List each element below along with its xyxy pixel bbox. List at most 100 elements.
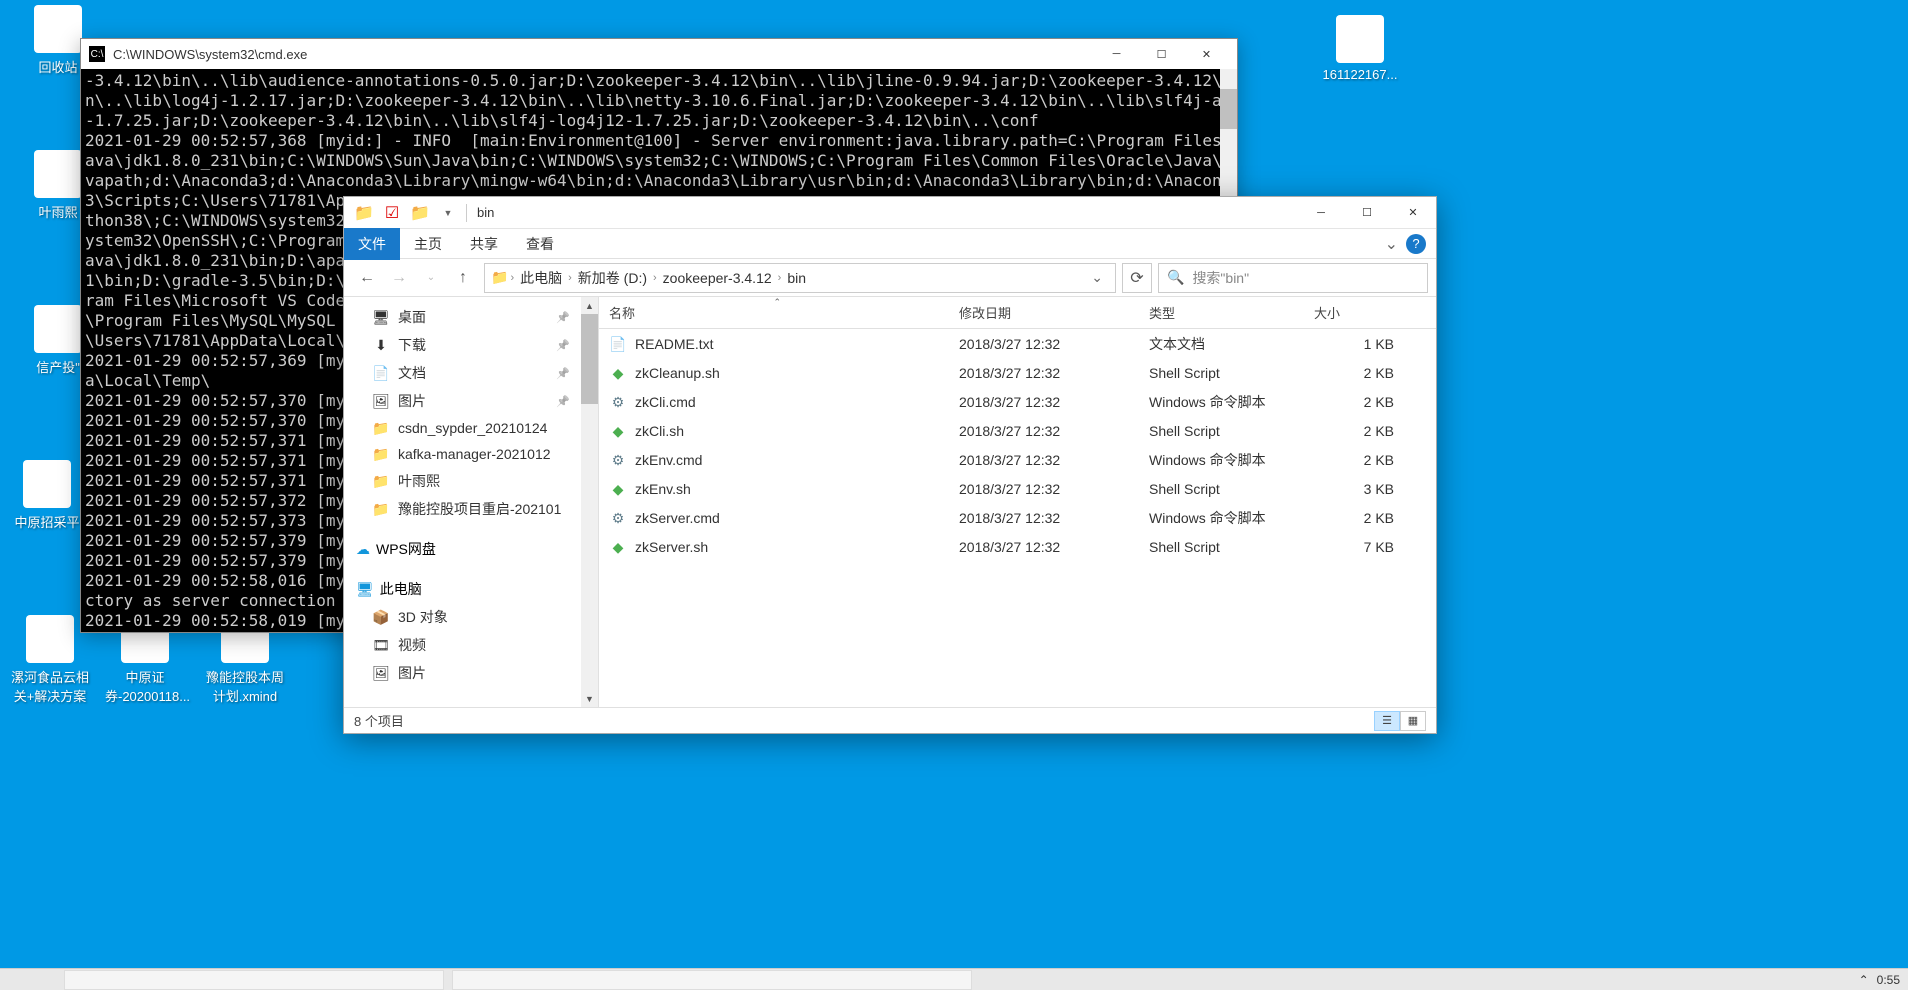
chevron-right-icon[interactable]: › — [566, 272, 574, 284]
file-icon: ◆ — [609, 422, 627, 440]
search-icon: 🔍 — [1167, 269, 1184, 286]
app-icon — [23, 460, 71, 508]
sidebar-item[interactable]: 🖼图片 — [344, 387, 598, 415]
cmd-titlebar[interactable]: C:\ C:\WINDOWS\system32\cmd.exe ─ ☐ ✕ — [81, 39, 1237, 69]
address-dropdown[interactable]: ⌄ — [1085, 269, 1109, 286]
folder-icon: 📁 — [372, 445, 390, 463]
close-button[interactable]: ✕ — [1390, 198, 1436, 228]
file-row[interactable]: 📄README.txt 2018/3/27 12:32 文本文档 1 KB — [599, 329, 1436, 359]
crumb-folder[interactable]: zookeeper-3.4.12 — [659, 270, 776, 286]
window-title: bin — [477, 205, 494, 220]
folder-icon: 🖼 — [372, 392, 390, 410]
sidebar-thispc[interactable]: 🖥 此电脑 — [344, 575, 598, 603]
cmd-icon: C:\ — [89, 46, 105, 62]
taskbar[interactable]: ⌃ 0:55 — [0, 968, 1908, 990]
view-details-button[interactable]: ☰ — [1374, 711, 1400, 731]
file-icon: ◆ — [609, 480, 627, 498]
sidebar-wps[interactable]: ☁ WPS网盘 — [344, 535, 598, 563]
maximize-button[interactable]: ☐ — [1344, 198, 1390, 228]
ribbon-expand-icon[interactable]: ⌄ — [1385, 234, 1398, 254]
tab-view[interactable]: 查看 — [512, 228, 568, 260]
folder-icon[interactable]: 📁 — [352, 201, 376, 225]
close-button[interactable]: ✕ — [1184, 40, 1229, 68]
qat-btn[interactable]: ☑ — [380, 201, 404, 225]
history-dropdown[interactable]: ⌄ — [416, 263, 446, 293]
explorer-window: 📁 ☑ 📁 ▼ bin ─ ☐ ✕ 文件 主页 共享 查看 ⌄ ? ← → ⌄ … — [343, 196, 1437, 734]
tab-file[interactable]: 文件 — [344, 228, 400, 260]
breadcrumb[interactable]: 📁 › 此电脑 › 新加卷 (D:) › zookeeper-3.4.12 › … — [484, 263, 1116, 293]
desktop-icon[interactable]: 中原招采平 — [7, 460, 87, 531]
explorer-titlebar[interactable]: 📁 ☑ 📁 ▼ bin ─ ☐ ✕ — [344, 197, 1436, 229]
tab-share[interactable]: 共享 — [456, 228, 512, 260]
chevron-right-icon[interactable]: › — [776, 272, 784, 284]
file-row[interactable]: ◆zkServer.sh 2018/3/27 12:32 Shell Scrip… — [599, 533, 1436, 561]
crumb-pc[interactable]: 此电脑 — [516, 268, 566, 288]
taskbar-clock[interactable]: 0:55 — [1877, 973, 1900, 987]
sidebar-item[interactable]: 📁叶雨熙 — [344, 467, 598, 495]
ribbon-tabs: 文件 主页 共享 查看 ⌄ ? — [344, 229, 1436, 259]
file-row[interactable]: ◆zkCleanup.sh 2018/3/27 12:32 Shell Scri… — [599, 359, 1436, 387]
taskbar-item[interactable] — [452, 970, 972, 990]
cmd-title: C:\WINDOWS\system32\cmd.exe — [113, 47, 1094, 62]
forward-button[interactable]: → — [384, 263, 414, 293]
file-icon: ⚙ — [609, 393, 627, 411]
sidebar-item[interactable]: 📄文档 — [344, 359, 598, 387]
view-icons-button[interactable]: ▦ — [1400, 711, 1426, 731]
chevron-right-icon[interactable]: › — [651, 272, 659, 284]
minimize-button[interactable]: ─ — [1094, 40, 1139, 68]
help-button[interactable]: ? — [1406, 234, 1426, 254]
search-input[interactable]: 🔍 搜索"bin" — [1158, 263, 1428, 293]
sidebar-item[interactable]: 📦3D 对象 — [344, 603, 598, 631]
app-icon — [26, 615, 74, 663]
sidebar-item[interactable]: ⬇下载 — [344, 331, 598, 359]
refresh-button[interactable]: ⟳ — [1122, 263, 1152, 293]
folder-icon: 📄 — [372, 364, 390, 382]
column-name[interactable]: 名称 ⌃ — [599, 297, 949, 328]
column-date[interactable]: 修改日期 — [949, 297, 1139, 328]
column-size[interactable]: 大小 — [1304, 297, 1404, 328]
column-headers: 名称 ⌃ 修改日期 类型 大小 — [599, 297, 1436, 329]
file-row[interactable]: ◆zkEnv.sh 2018/3/27 12:32 Shell Script 3… — [599, 475, 1436, 503]
folder-icon: 📁 — [491, 269, 508, 286]
up-button[interactable]: ↑ — [448, 263, 478, 293]
sidebar-item[interactable]: 🎞视频 — [344, 631, 598, 659]
column-type[interactable]: 类型 — [1139, 297, 1304, 328]
sidebar-item[interactable]: 🖥桌面 — [344, 303, 598, 331]
desktop-icon[interactable]: 漯河食品云相关+解决方案 — [10, 615, 90, 705]
file-icon: ◆ — [609, 538, 627, 556]
maximize-button[interactable]: ☐ — [1139, 40, 1184, 68]
sidebar-scrollbar[interactable]: ▲ ▼ — [581, 297, 598, 707]
status-text: 8 个项目 — [354, 711, 404, 730]
search-placeholder: 搜索"bin" — [1192, 268, 1249, 288]
sidebar-item[interactable]: 📁豫能控股项目重启-202101 — [344, 495, 598, 523]
crumb-drive[interactable]: 新加卷 (D:) — [574, 268, 651, 288]
file-row[interactable]: ⚙zkServer.cmd 2018/3/27 12:32 Windows 命令… — [599, 503, 1436, 533]
folder-icon: 📁 — [372, 500, 390, 518]
app-icon — [34, 150, 82, 198]
sidebar-item[interactable]: 📁csdn_sypder_20210124 — [344, 415, 598, 441]
file-row[interactable]: ⚙zkEnv.cmd 2018/3/27 12:32 Windows 命令脚本 … — [599, 445, 1436, 475]
desktop-icon[interactable]: 161122167... — [1320, 15, 1400, 82]
taskbar-item[interactable] — [64, 970, 444, 990]
chevron-right-icon[interactable]: › — [508, 272, 516, 284]
sidebar-item[interactable]: 📁kafka-manager-2021012 — [344, 441, 598, 467]
file-list: 名称 ⌃ 修改日期 类型 大小 📄README.txt 2018/3/27 12… — [599, 297, 1436, 707]
taskbar-item[interactable] — [0, 970, 60, 990]
folder-icon: ⬇ — [372, 336, 390, 354]
qat-dropdown[interactable]: ▼ — [436, 201, 460, 225]
app-icon — [34, 305, 82, 353]
address-bar: ← → ⌄ ↑ 📁 › 此电脑 › 新加卷 (D:) › zookeeper-3… — [344, 259, 1436, 297]
file-row[interactable]: ◆zkCli.sh 2018/3/27 12:32 Shell Script 2… — [599, 417, 1436, 445]
file-icon: ⚙ — [609, 451, 627, 469]
back-button[interactable]: ← — [352, 263, 382, 293]
status-bar: 8 个项目 ☰ ▦ — [344, 707, 1436, 733]
taskbar-up-icon[interactable]: ⌃ — [1859, 973, 1869, 987]
folder-icon[interactable]: 📁 — [408, 201, 432, 225]
file-row[interactable]: ⚙zkCli.cmd 2018/3/27 12:32 Windows 命令脚本 … — [599, 387, 1436, 417]
folder-icon: 📁 — [372, 472, 390, 490]
minimize-button[interactable]: ─ — [1298, 198, 1344, 228]
crumb-current[interactable]: bin — [783, 270, 810, 286]
sidebar-item[interactable]: 🖼图片 — [344, 659, 598, 687]
folder-icon: 📁 — [372, 419, 390, 437]
tab-home[interactable]: 主页 — [400, 228, 456, 260]
